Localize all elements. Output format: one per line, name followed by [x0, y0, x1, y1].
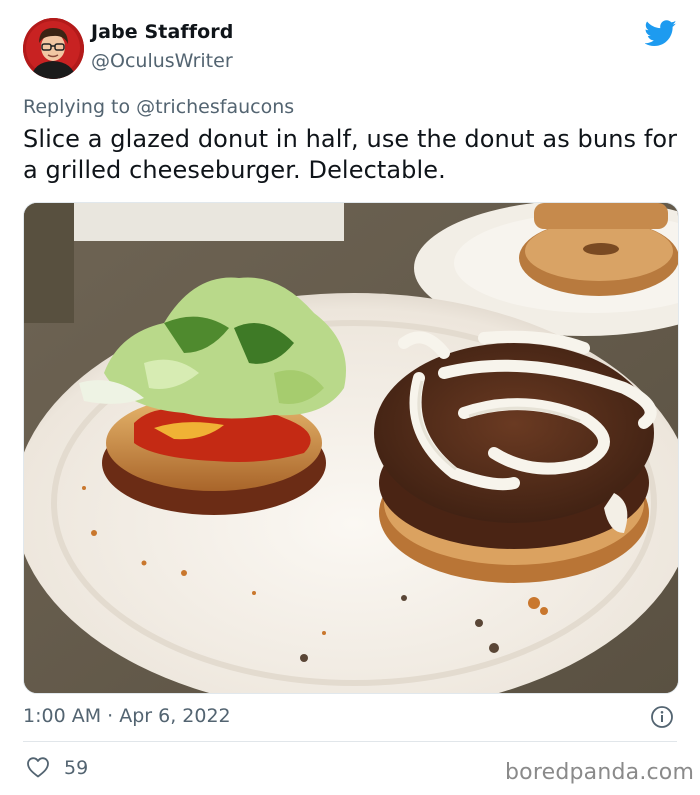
avatar[interactable] [23, 18, 84, 79]
info-circle-icon[interactable] [650, 705, 674, 729]
author-name[interactable]: Jabe Stafford [91, 21, 233, 43]
reply-context: Replying to @trichesfaucons [23, 96, 294, 118]
tweet-text: Slice a glazed donut in half, use the do… [23, 125, 678, 184]
reply-handle-link[interactable]: @trichesfaucons [136, 96, 294, 118]
author-handle[interactable]: @OculusWriter [91, 50, 233, 72]
heart-outline-icon[interactable] [26, 756, 50, 778]
tweet-photo[interactable] [23, 202, 679, 694]
tweet-timestamp[interactable]: 1:00 AM · Apr 6, 2022 [23, 705, 231, 727]
divider [23, 741, 677, 742]
twitter-bird-icon[interactable] [645, 20, 677, 47]
reply-prefix: Replying to [23, 96, 137, 118]
like-count: 59 [64, 757, 89, 779]
tweet-card: Jabe Stafford @OculusWriter Replying to … [0, 0, 700, 795]
watermark: boredpanda.com [505, 760, 695, 785]
